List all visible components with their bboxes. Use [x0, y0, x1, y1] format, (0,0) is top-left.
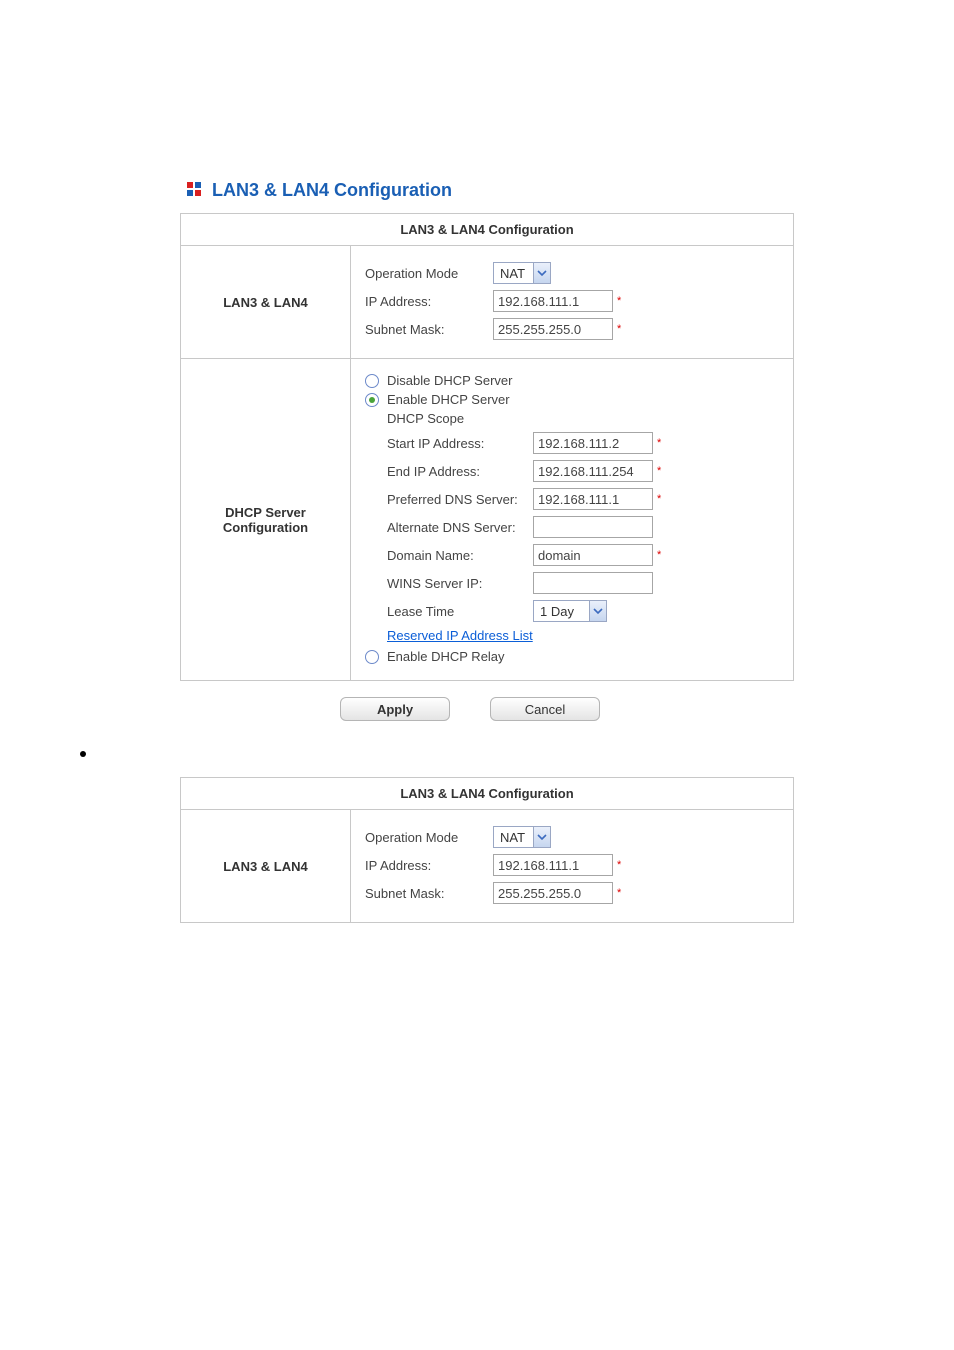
pref-dns-label: Preferred DNS Server:	[387, 492, 533, 507]
radio-icon[interactable]	[365, 650, 379, 664]
required-marker: *	[657, 465, 661, 477]
ip-address-label: IP Address:	[365, 294, 493, 309]
start-ip-input[interactable]	[533, 432, 653, 454]
page-title: LAN3 & LAN4 Configuration	[212, 180, 452, 201]
operation-mode-value: NAT	[493, 262, 533, 284]
dhcp-row-content: Disable DHCP Server Enable DHCP Server D…	[351, 359, 794, 681]
table-title: LAN3 & LAN4 Configuration	[181, 214, 794, 246]
start-ip-label: Start IP Address:	[387, 436, 533, 451]
wins-ip-label: WINS Server IP:	[387, 576, 533, 591]
operation-mode-value: NAT	[493, 826, 533, 848]
chevron-down-icon[interactable]	[533, 262, 551, 284]
cancel-button[interactable]: Cancel	[490, 697, 600, 721]
subnet-mask-input[interactable]	[493, 318, 613, 340]
button-row: Apply Cancel	[180, 697, 954, 721]
radio-icon[interactable]	[365, 374, 379, 388]
subnet-mask-label: Subnet Mask:	[365, 886, 493, 901]
lan-config-table-2: LAN3 & LAN4 Configuration LAN3 & LAN4 Op…	[180, 777, 794, 923]
enable-dhcp-label: Enable DHCP Server	[387, 392, 510, 407]
domain-name-label: Domain Name:	[387, 548, 533, 563]
required-marker: *	[617, 295, 621, 307]
lease-time-value: 1 Day	[533, 600, 589, 622]
operation-mode-select[interactable]: NAT	[493, 826, 551, 848]
lan-row-label: LAN3 & LAN4	[181, 246, 351, 359]
lease-time-select[interactable]: 1 Day	[533, 600, 607, 622]
required-marker: *	[617, 887, 621, 899]
disable-dhcp-radio-row[interactable]: Disable DHCP Server	[365, 373, 779, 388]
wins-ip-input[interactable]	[533, 572, 653, 594]
disable-dhcp-label: Disable DHCP Server	[387, 373, 512, 388]
bullet-icon	[80, 751, 86, 757]
dhcp-scope-label: DHCP Scope	[387, 411, 779, 426]
subnet-mask-input[interactable]	[493, 882, 613, 904]
lan-row-content: Operation Mode NAT IP Address: * Subnet …	[351, 246, 794, 359]
end-ip-label: End IP Address:	[387, 464, 533, 479]
operation-mode-label: Operation Mode	[365, 830, 493, 845]
page-header: LAN3 & LAN4 Configuration	[186, 180, 954, 201]
domain-name-input[interactable]	[533, 544, 653, 566]
lan-row-label: LAN3 & LAN4	[181, 810, 351, 923]
apply-button[interactable]: Apply	[340, 697, 450, 721]
table-title: LAN3 & LAN4 Configuration	[181, 778, 794, 810]
required-marker: *	[617, 859, 621, 871]
required-marker: *	[657, 437, 661, 449]
lan-row-content: Operation Mode NAT IP Address: * Subnet …	[351, 810, 794, 923]
ip-address-label: IP Address:	[365, 858, 493, 873]
operation-mode-select[interactable]: NAT	[493, 262, 551, 284]
required-marker: *	[617, 323, 621, 335]
chevron-down-icon[interactable]	[589, 600, 607, 622]
dhcp-row-label: DHCP Server Configuration	[181, 359, 351, 681]
header-icon	[186, 181, 202, 200]
ip-address-input[interactable]	[493, 854, 613, 876]
enable-dhcp-relay-radio-row[interactable]: Enable DHCP Relay	[365, 649, 779, 664]
reserved-ip-link[interactable]: Reserved IP Address List	[387, 628, 533, 643]
lan-config-table: LAN3 & LAN4 Configuration LAN3 & LAN4 Op…	[180, 213, 794, 681]
subnet-mask-label: Subnet Mask:	[365, 322, 493, 337]
required-marker: *	[657, 549, 661, 561]
pref-dns-input[interactable]	[533, 488, 653, 510]
radio-icon[interactable]	[365, 393, 379, 407]
operation-mode-label: Operation Mode	[365, 266, 493, 281]
ip-address-input[interactable]	[493, 290, 613, 312]
chevron-down-icon[interactable]	[533, 826, 551, 848]
required-marker: *	[657, 493, 661, 505]
end-ip-input[interactable]	[533, 460, 653, 482]
enable-dhcp-relay-label: Enable DHCP Relay	[387, 649, 505, 664]
alt-dns-label: Alternate DNS Server:	[387, 520, 533, 535]
alt-dns-input[interactable]	[533, 516, 653, 538]
enable-dhcp-radio-row[interactable]: Enable DHCP Server	[365, 392, 779, 407]
lease-time-label: Lease Time	[387, 604, 533, 619]
